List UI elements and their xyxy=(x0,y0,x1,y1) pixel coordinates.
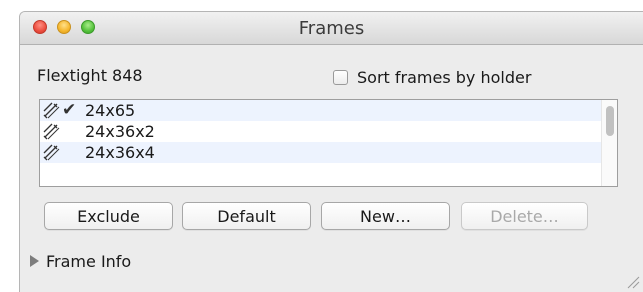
sort-by-holder-checkbox[interactable] xyxy=(333,69,348,85)
frames-list[interactable]: ✔ 24x65 24x36x2 24x36x4 xyxy=(39,99,618,187)
holder-icon xyxy=(43,123,60,140)
minimize-button[interactable] xyxy=(57,20,71,34)
window-title: Frames xyxy=(298,18,365,39)
default-button[interactable]: Default xyxy=(182,202,311,230)
exclude-button[interactable]: Exclude xyxy=(44,202,173,230)
new-button[interactable]: New… xyxy=(321,202,450,230)
list-scrollbar[interactable] xyxy=(601,100,617,186)
frame-label: 24x65 xyxy=(85,101,136,120)
frame-info-disclosure[interactable]: Frame Info xyxy=(30,250,131,272)
close-button[interactable] xyxy=(33,20,47,34)
frame-label: 24x36x2 xyxy=(85,122,155,141)
title-bar[interactable]: Frames xyxy=(20,12,643,45)
sort-by-holder-label[interactable]: Sort frames by holder xyxy=(357,68,531,87)
scanner-name: Flextight 848 xyxy=(37,66,143,85)
frames-window: Frames Flextight 848 Sort frames by hold… xyxy=(19,11,643,292)
disclosure-triangle-icon[interactable] xyxy=(30,255,39,267)
holder-icon xyxy=(43,102,60,119)
sort-by-holder-option[interactable]: Sort frames by holder xyxy=(333,66,531,88)
delete-button[interactable]: Delete… xyxy=(461,202,588,230)
frame-label: 24x36x4 xyxy=(85,143,155,162)
list-item[interactable]: 24x36x2 xyxy=(40,121,617,142)
zoom-button[interactable] xyxy=(81,20,95,34)
list-item[interactable]: 24x36x4 xyxy=(40,142,617,163)
scrollbar-thumb[interactable] xyxy=(606,106,614,136)
resize-grip-icon[interactable] xyxy=(626,275,640,289)
checkmark-icon: ✔ xyxy=(62,100,77,120)
holder-icon xyxy=(43,144,60,161)
frame-info-label[interactable]: Frame Info xyxy=(46,252,131,271)
list-item[interactable]: ✔ 24x65 xyxy=(40,100,617,121)
